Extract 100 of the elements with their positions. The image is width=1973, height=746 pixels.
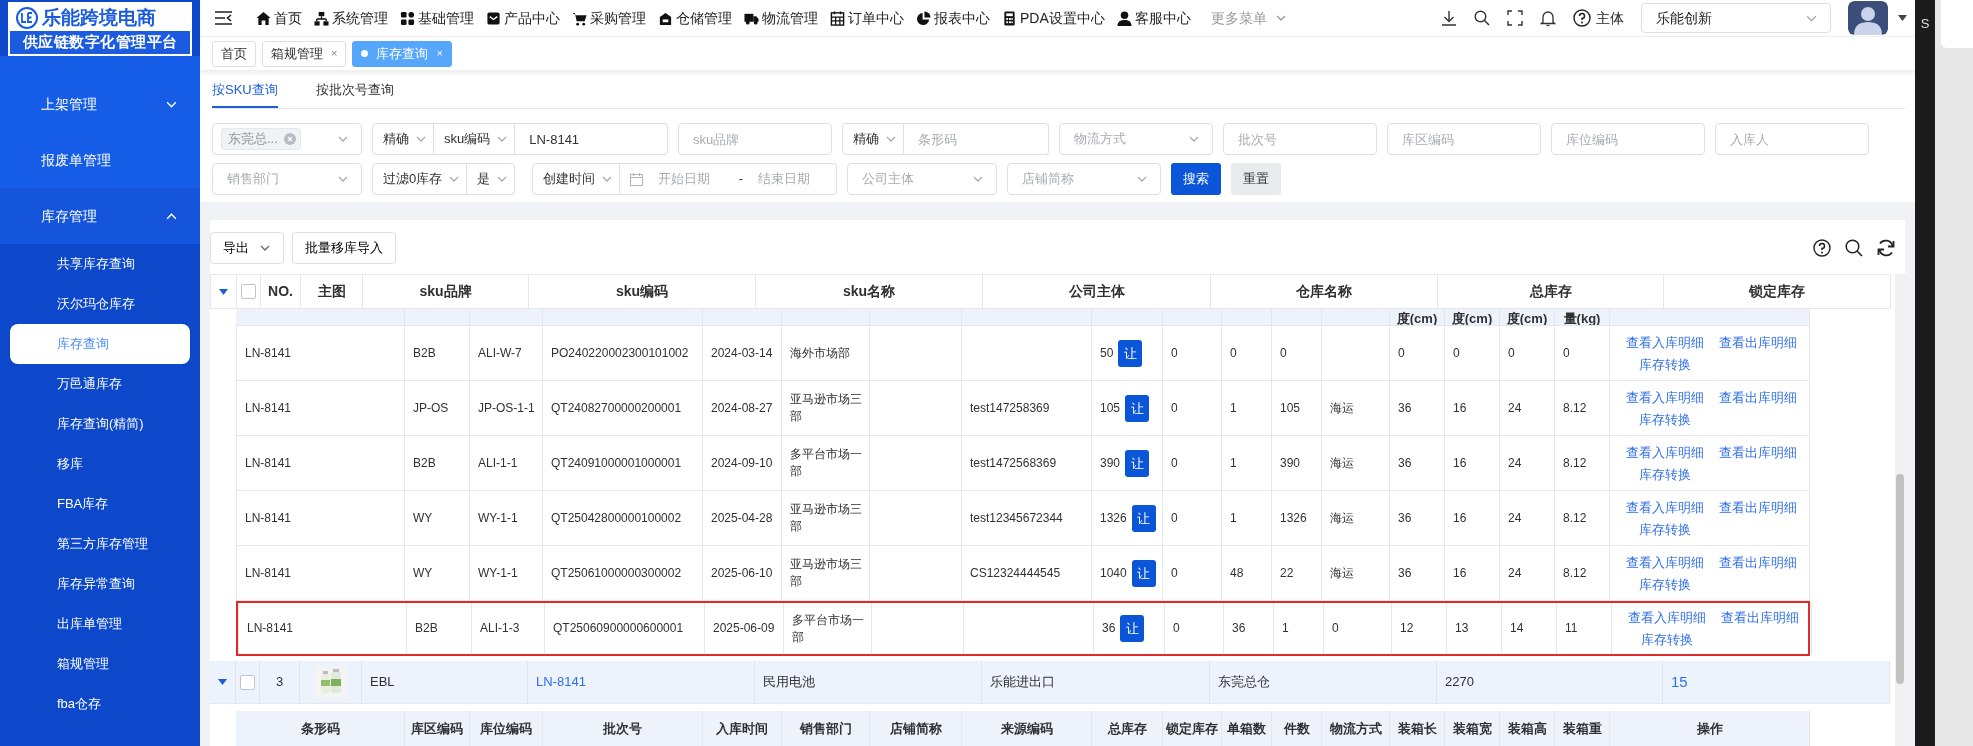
scrollbar-thumb[interactable] xyxy=(1896,474,1904,684)
select-field[interactable]: 创建时间 xyxy=(532,163,620,195)
export-dropdown[interactable]: 导出 xyxy=(210,232,284,264)
sidebar-subitem[interactable]: 库存查询(精简) xyxy=(0,404,190,444)
download-icon[interactable] xyxy=(1441,10,1457,26)
transfer-button[interactable]: 让 xyxy=(1120,615,1145,643)
input-field[interactable]: 库区编码 xyxy=(1387,123,1541,155)
action-link[interactable]: 查看入库明细 xyxy=(1625,333,1704,351)
sidebar-item[interactable]: 报废单管理 xyxy=(0,132,200,188)
sidebar-subitem[interactable]: fba仓存 xyxy=(0,684,190,724)
sidebar-subitem[interactable]: FBA库存 xyxy=(0,484,190,524)
date-input[interactable]: 结束日期 xyxy=(755,168,826,190)
action-link[interactable]: 查看出库明细 xyxy=(1718,498,1797,516)
nav-menu-item[interactable]: 基础管理 xyxy=(400,7,474,29)
action-link[interactable]: 查看入库明细 xyxy=(1625,498,1704,516)
nav-menu-item[interactable]: 首页 xyxy=(256,7,302,29)
action-link[interactable]: 库存转换 xyxy=(1638,410,1691,428)
table-link[interactable]: 15 xyxy=(1671,670,1688,694)
sidebar-item[interactable]: 库存管理 xyxy=(0,188,200,244)
sidebar-subitem[interactable]: 移库 xyxy=(0,444,190,484)
column-header: 库区编码 xyxy=(405,710,470,746)
query-tab[interactable]: 按批次号查询 xyxy=(315,73,394,108)
scrollbar[interactable] xyxy=(1895,274,1905,746)
bell-icon[interactable] xyxy=(1540,9,1556,27)
menu-icon[interactable] xyxy=(215,11,232,25)
close-button[interactable]: × xyxy=(331,45,338,62)
nav-menu-item[interactable]: PDA设置中心 xyxy=(1002,7,1105,29)
sidebar-subitem[interactable]: 箱规管理 xyxy=(0,644,190,684)
table-cell: 8.12 xyxy=(1563,399,1587,417)
caret-icon[interactable] xyxy=(218,679,227,686)
column-header: 件数 xyxy=(1272,710,1322,746)
action-link[interactable]: 库存转换 xyxy=(1638,355,1691,373)
action-link[interactable]: 查看入库明细 xyxy=(1625,443,1704,461)
transfer-button[interactable]: 让 xyxy=(1125,449,1150,477)
sidebar-subitem[interactable]: 共享库存查询 xyxy=(0,244,190,284)
sidebar-item[interactable]: 上架管理 xyxy=(0,76,200,132)
action-link[interactable]: 库存转换 xyxy=(1638,575,1691,593)
sidebar-subitem[interactable]: 库存异常查询 xyxy=(0,564,190,604)
nav-menu-item[interactable]: 订单中心 xyxy=(830,7,904,29)
input-field[interactable]: 库位编码 xyxy=(1551,123,1705,155)
fullscreen-icon[interactable] xyxy=(1507,10,1523,26)
nav-menu-item[interactable]: 系统管理 xyxy=(314,7,388,29)
action-link[interactable]: 查看入库明细 xyxy=(1627,609,1706,627)
action-link[interactable]: 库存转换 xyxy=(1640,631,1693,649)
sidebar-subitem[interactable]: 出库单管理 xyxy=(0,604,190,644)
table-link[interactable]: LN-8141 xyxy=(536,672,586,692)
table-cell: 50 xyxy=(1100,344,1114,362)
input-field[interactable]: 批次号 xyxy=(1223,123,1377,155)
import-button[interactable]: 批量移库导入 xyxy=(292,232,396,264)
select-field[interactable]: 是 xyxy=(467,163,516,195)
action-link[interactable]: 查看入库明细 xyxy=(1625,553,1704,571)
nav-menu-item[interactable]: 客服中心 xyxy=(1116,7,1191,29)
sidebar-subitem[interactable]: 库存查询 xyxy=(10,324,190,364)
caret-icon[interactable] xyxy=(1898,15,1907,21)
action-link[interactable]: 查看出库明细 xyxy=(1718,553,1797,571)
date-input[interactable]: 开始日期 xyxy=(655,168,726,190)
sidebar-subitem[interactable]: 万邑通库存 xyxy=(0,364,190,404)
select-field[interactable]: 精确 xyxy=(372,123,434,155)
query-tab[interactable]: 按SKU查询 xyxy=(212,73,278,108)
nav-menu-item[interactable]: 报表中心 xyxy=(916,7,990,29)
nav-menu-item[interactable]: 物流管理 xyxy=(744,7,818,29)
action-link[interactable]: 查看出库明细 xyxy=(1718,443,1797,461)
date-range-field[interactable]: 开始日期 - 结束日期 xyxy=(620,163,837,195)
avatar[interactable] xyxy=(1848,1,1888,35)
column-header: sku品牌 xyxy=(363,275,529,309)
select-field[interactable]: 精确 xyxy=(842,123,904,155)
select-field[interactable]: 过滤0库存 xyxy=(372,163,468,195)
checkbox[interactable] xyxy=(240,674,255,690)
action-link[interactable]: 查看入库明细 xyxy=(1625,388,1704,406)
nav-menu-item[interactable]: 仓储管理 xyxy=(658,7,732,29)
page-tab[interactable]: 首页 xyxy=(212,40,256,67)
reset-button[interactable]: 重置 xyxy=(1231,163,1281,195)
transfer-button[interactable]: 让 xyxy=(1125,394,1150,422)
checkbox[interactable] xyxy=(241,284,256,300)
help-icon[interactable] xyxy=(1813,239,1831,257)
transfer-button[interactable]: 让 xyxy=(1131,504,1156,532)
sidebar-subitem[interactable]: 沃尔玛仓库存 xyxy=(0,284,190,324)
page-tab[interactable]: 箱规管理 × xyxy=(262,40,347,67)
search-button[interactable]: 搜索 xyxy=(1171,163,1221,195)
search-icon[interactable] xyxy=(1474,10,1490,26)
action-link[interactable]: 查看出库明细 xyxy=(1718,388,1797,406)
action-link[interactable]: 库存转换 xyxy=(1638,465,1691,483)
sidebar-subitem[interactable]: 第三方库存管理 xyxy=(0,524,190,564)
input-field[interactable]: 入库人 xyxy=(1715,123,1869,155)
action-link[interactable]: 查看出库明细 xyxy=(1720,609,1799,627)
entity-select[interactable]: 乐能创新 xyxy=(1641,3,1831,33)
action-link[interactable]: 查看出库明细 xyxy=(1718,333,1797,351)
help-icon[interactable] xyxy=(1573,9,1591,27)
nav-menu-item[interactable]: 产品中心 xyxy=(486,7,560,29)
action-link[interactable]: 库存转换 xyxy=(1638,520,1691,538)
input-field[interactable]: 条形码 xyxy=(904,123,1049,155)
caret-icon[interactable] xyxy=(219,288,228,295)
search-icon[interactable] xyxy=(1845,239,1863,257)
transfer-button[interactable]: 让 xyxy=(1131,559,1156,587)
nav-menu-item[interactable]: 采购管理 xyxy=(572,7,646,29)
refresh-icon[interactable] xyxy=(1877,239,1895,257)
input-field[interactable]: sku品牌 xyxy=(678,123,832,155)
input-field[interactable]: LN-8141 xyxy=(515,123,668,155)
select-field[interactable]: sku编码 xyxy=(434,123,516,155)
transfer-button[interactable]: 让 xyxy=(1118,339,1143,367)
